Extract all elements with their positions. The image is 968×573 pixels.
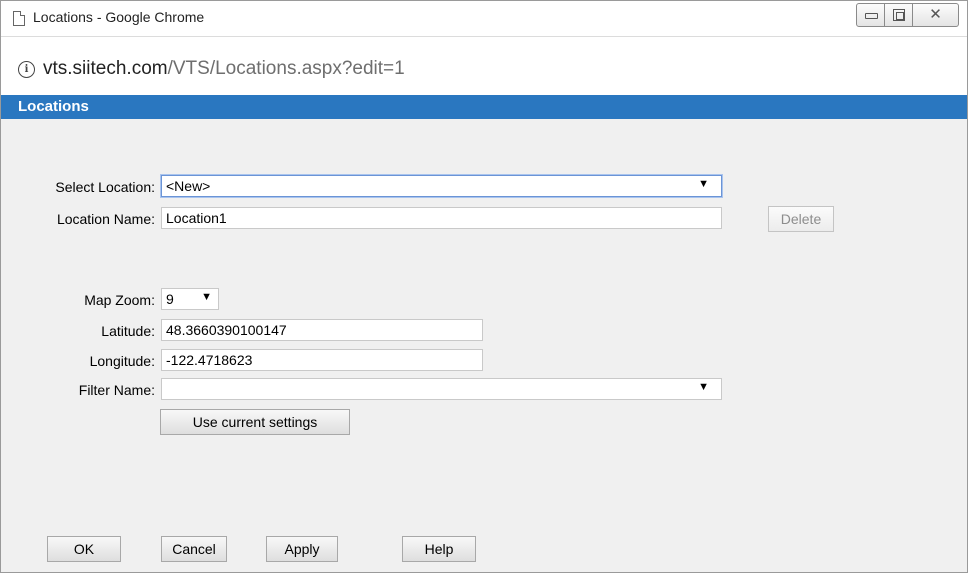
map-zoom-label: Map Zoom: <box>84 292 155 308</box>
window-controls: ✕ <box>856 3 959 27</box>
info-icon[interactable]: i <box>18 61 35 78</box>
map-zoom-value: 9 <box>166 291 174 307</box>
map-zoom-dropdown[interactable]: 9 ▼ <box>161 288 219 310</box>
select-location-dropdown[interactable]: <New> ▼ <box>161 175 722 197</box>
close-button[interactable]: ✕ <box>913 4 958 26</box>
delete-button[interactable]: Delete <box>768 206 834 232</box>
cancel-button[interactable]: Cancel <box>161 536 227 562</box>
page-title: Locations <box>18 98 89 115</box>
browser-window: Locations - Google Chrome ✕ i vts.siitec… <box>0 0 968 573</box>
select-location-value: <New> <box>166 178 211 194</box>
filter-name-dropdown[interactable]: ▼ <box>161 378 722 400</box>
ok-button[interactable]: OK <box>47 536 121 562</box>
close-icon: ✕ <box>929 6 942 23</box>
page-header: Locations <box>1 95 967 119</box>
longitude-input[interactable]: -122.4718623 <box>161 349 483 371</box>
address-bar[interactable]: i vts.siitech.com/VTS/Locations.aspx?edi… <box>1 36 967 96</box>
latitude-value: 48.3660390100147 <box>166 322 287 338</box>
location-name-value: Location1 <box>166 210 227 226</box>
url-host: vts.siitech.com <box>43 58 168 79</box>
page-icon <box>13 11 25 26</box>
filter-name-label: Filter Name: <box>78 382 155 398</box>
select-location-label: Select Location: <box>55 179 155 195</box>
title-bar: Locations - Google Chrome ✕ <box>1 1 967 36</box>
chevron-down-icon: ▼ <box>201 291 212 303</box>
minimize-icon <box>865 13 878 19</box>
help-button[interactable]: Help <box>402 536 476 562</box>
location-name-input[interactable]: Location1 <box>161 207 722 229</box>
url-text[interactable]: vts.siitech.com/VTS/Locations.aspx?edit=… <box>43 58 405 80</box>
longitude-value: -122.4718623 <box>166 352 253 368</box>
location-name-label: Location Name: <box>56 211 155 227</box>
minimize-button[interactable] <box>857 4 885 26</box>
longitude-label: Longitude: <box>89 353 155 369</box>
window-title: Locations - Google Chrome <box>33 9 205 25</box>
maximize-button[interactable] <box>885 4 913 26</box>
chevron-down-icon: ▼ <box>698 178 709 190</box>
chevron-down-icon: ▼ <box>698 381 709 393</box>
latitude-input[interactable]: 48.3660390100147 <box>161 319 483 341</box>
latitude-label: Latitude: <box>101 323 155 339</box>
url-path: /VTS/Locations.aspx?edit=1 <box>167 58 405 79</box>
apply-button[interactable]: Apply <box>266 536 338 562</box>
maximize-icon <box>893 9 905 21</box>
use-current-settings-button[interactable]: Use current settings <box>160 409 350 435</box>
